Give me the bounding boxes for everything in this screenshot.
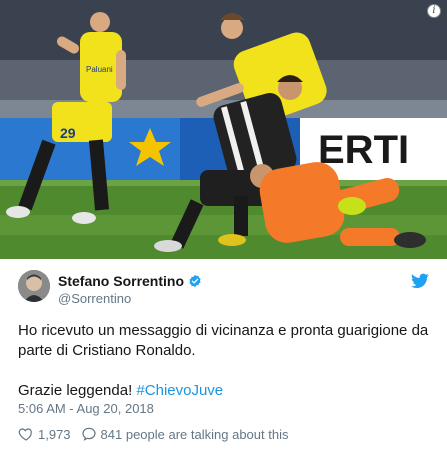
- sponsor-text: Paluani: [86, 65, 113, 74]
- timestamp[interactable]: 5:06 AM - Aug 20, 2018: [18, 401, 154, 416]
- like-button[interactable]: 1,973: [18, 426, 71, 442]
- football-scene: ERTI Paluani 29: [0, 0, 447, 259]
- author-name[interactable]: Stefano Sorrentino: [58, 273, 184, 289]
- twitter-bird-icon[interactable]: [411, 273, 429, 289]
- tweet-photo[interactable]: ERTI Paluani 29 i: [0, 0, 447, 259]
- comment-icon: [81, 427, 96, 441]
- tweet-text-prefix: Grazie leggenda!: [18, 382, 137, 399]
- talking-text: 841 people are talking about this: [100, 426, 289, 442]
- avatar[interactable]: [18, 270, 50, 302]
- heart-icon: [18, 428, 32, 441]
- jersey-number: 29: [60, 125, 76, 141]
- talking-link[interactable]: 841 people are talking about this: [81, 426, 289, 442]
- tweet-text-line2: Grazie leggenda! #ChievoJuve: [18, 381, 433, 401]
- billboard-text: ERTI: [318, 128, 409, 172]
- verified-icon: [189, 274, 201, 288]
- hashtag-link[interactable]: #ChievoJuve: [136, 382, 223, 399]
- tweet-text-line1: Ho ricevuto un messaggio di vicinanza e …: [18, 322, 429, 359]
- author-handle[interactable]: @Sorrentino: [58, 291, 131, 306]
- info-icon[interactable]: i: [427, 4, 441, 18]
- tweet-actions: 1,973 841 people are talking about this: [18, 426, 298, 442]
- tweet-card: Stefano Sorrentino @Sorrentino Ho ricevu…: [0, 259, 447, 449]
- like-count: 1,973: [38, 426, 71, 442]
